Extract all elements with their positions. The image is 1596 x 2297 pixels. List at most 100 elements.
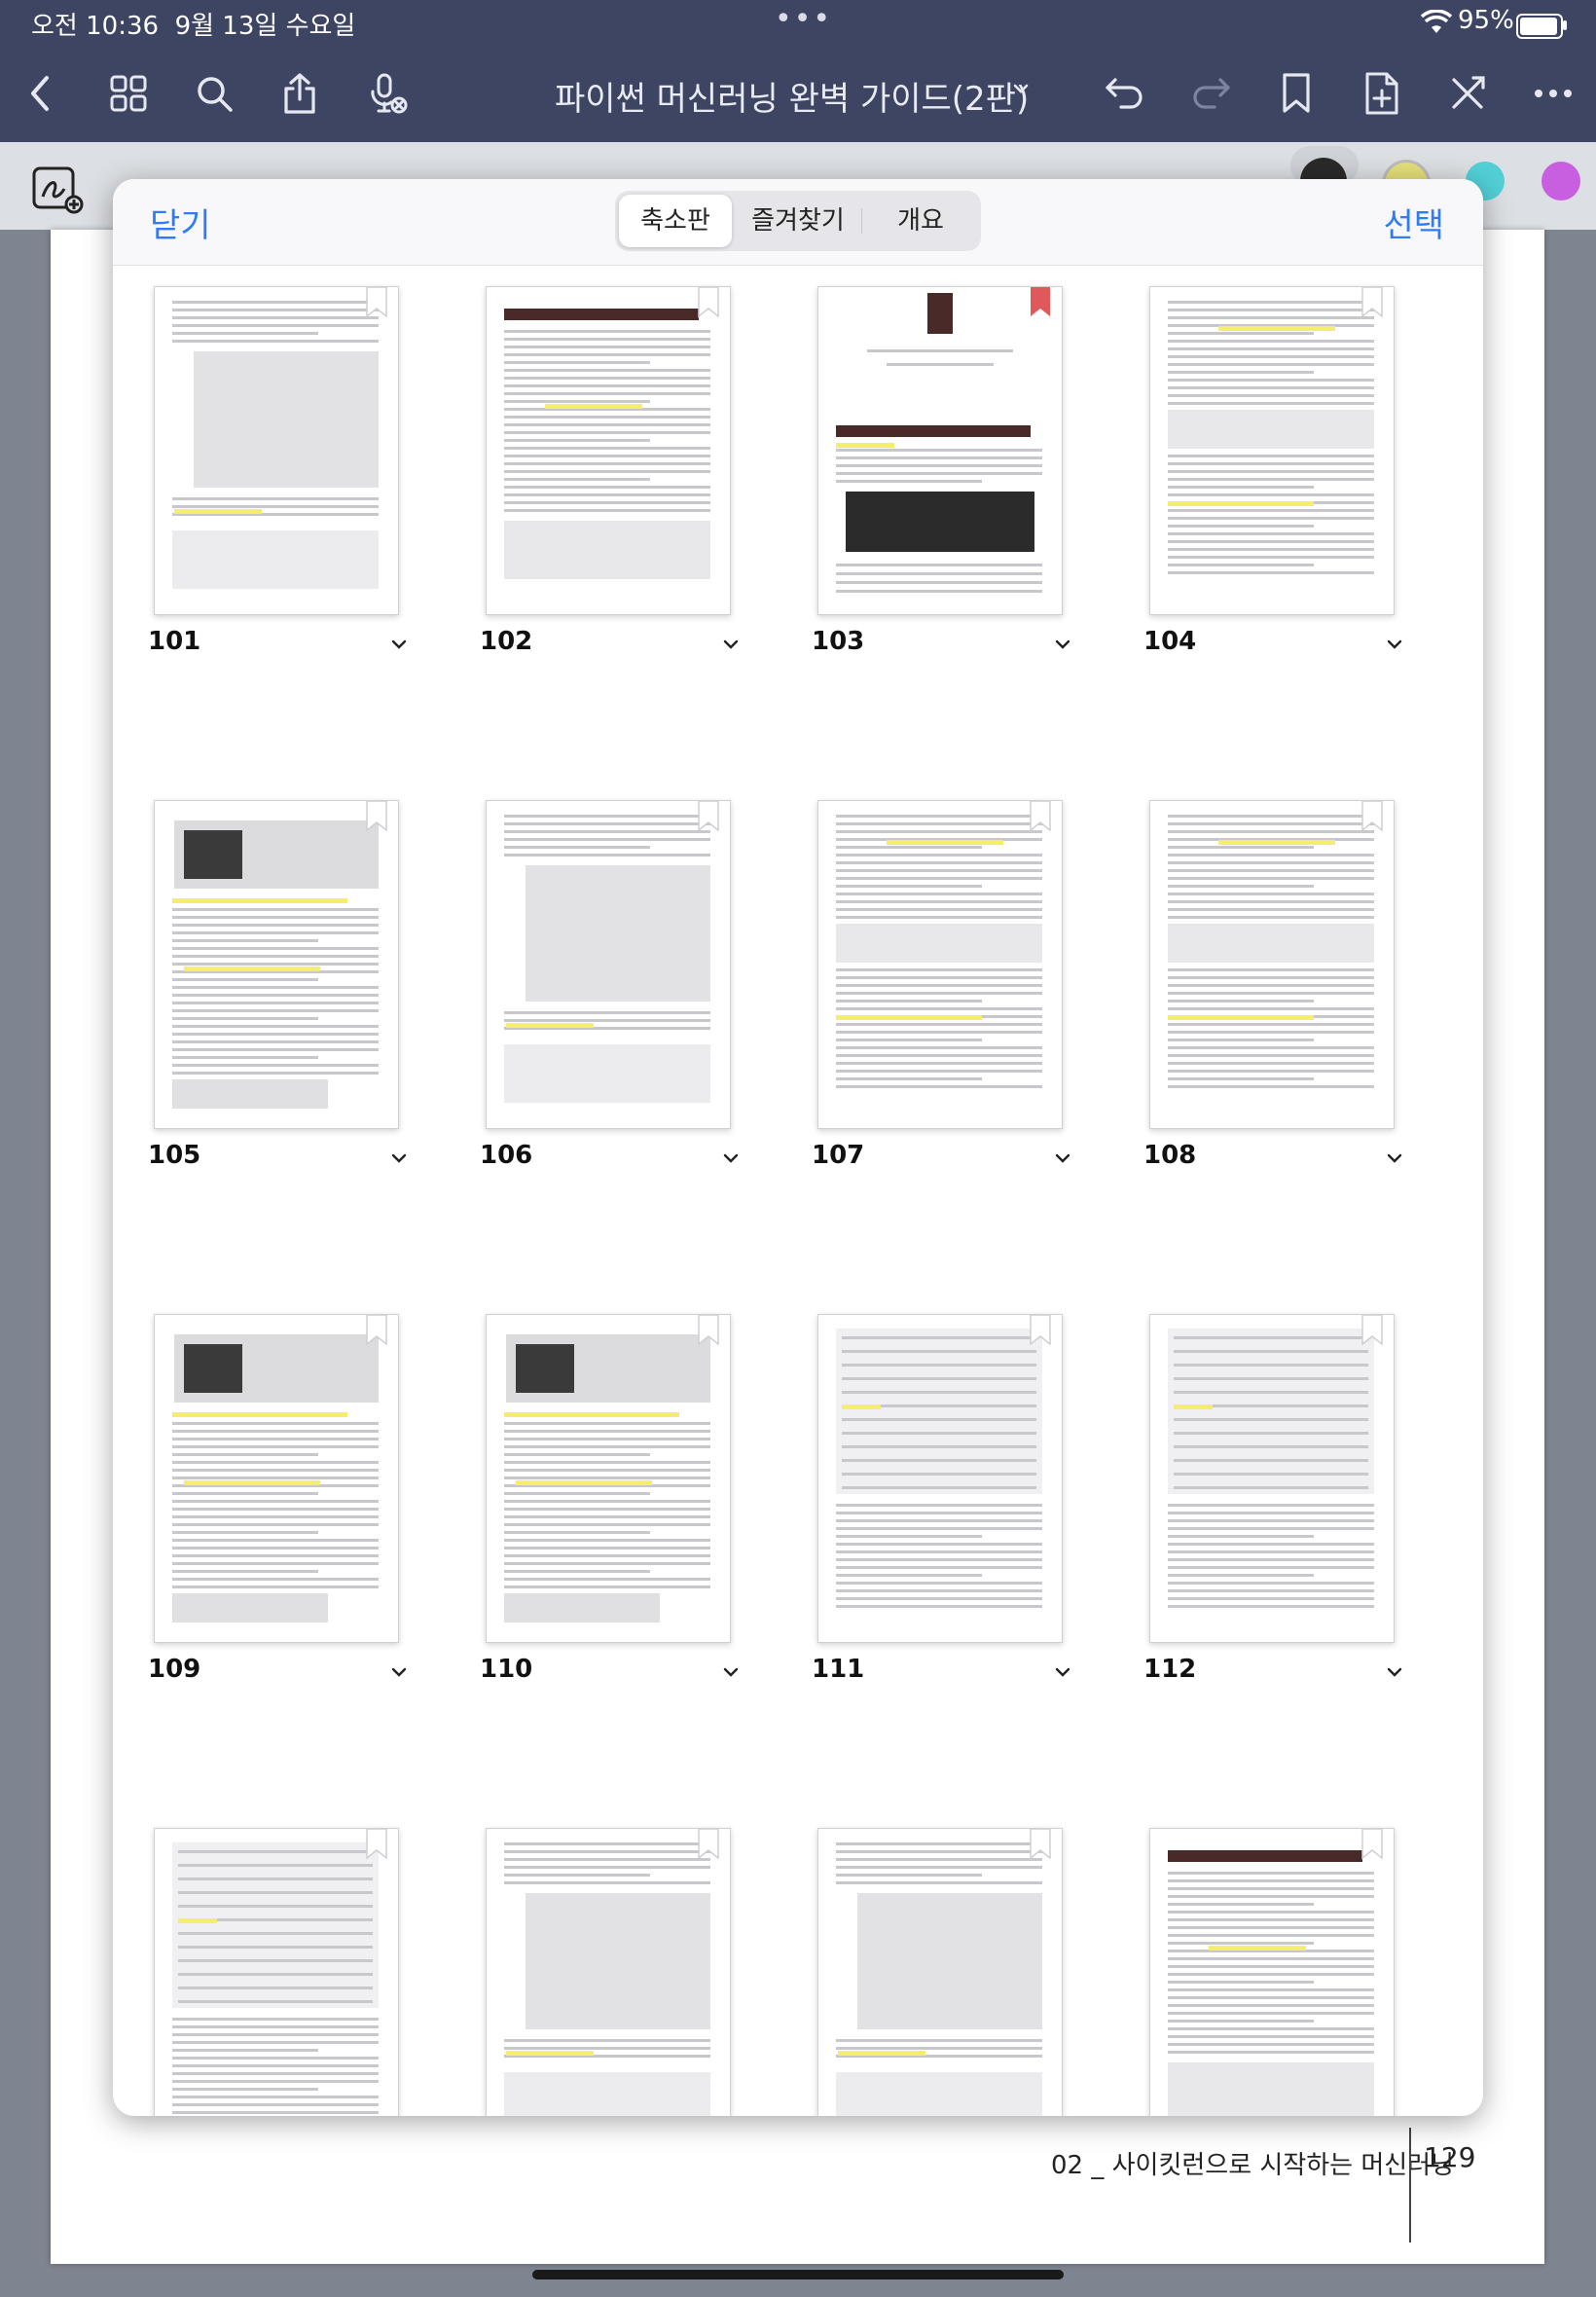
page-thumbnail[interactable]	[1149, 286, 1395, 615]
select-button[interactable]: 선택	[1383, 199, 1444, 246]
text-line	[836, 893, 1042, 895]
bookmark-outline-icon[interactable]	[1029, 801, 1052, 832]
text-line	[1168, 976, 1374, 979]
bookmark-outline-icon[interactable]	[365, 1315, 388, 1346]
redo-icon[interactable]	[1185, 68, 1236, 119]
text-line	[1168, 2027, 1374, 2030]
close-toolbar-icon[interactable]	[1442, 68, 1493, 119]
thumbnail-item[interactable]: 111	[812, 1302, 1070, 1721]
bookmark-outline-icon[interactable]	[1360, 801, 1384, 832]
page-thumbnail[interactable]	[817, 800, 1063, 1129]
chevron-down-icon[interactable]	[391, 635, 407, 653]
thumbnail-item[interactable]: 110	[480, 1302, 739, 1721]
page-number: 111	[812, 1655, 865, 1684]
title-chevron-down-icon[interactable]	[1012, 80, 1030, 98]
bookmark-outline-icon[interactable]	[1029, 1829, 1052, 1860]
page-thumbnail[interactable]	[817, 1314, 1063, 1643]
home-indicator[interactable]	[532, 2270, 1064, 2279]
page-thumbnail[interactable]	[154, 1828, 399, 2116]
thumbnail-item[interactable]: 109	[148, 1302, 407, 1721]
text-line	[172, 1547, 379, 1550]
text-line	[504, 1438, 710, 1440]
color-swatch-purple[interactable]	[1542, 162, 1580, 201]
thumbnail-item[interactable]: 106	[480, 788, 739, 1207]
bookmark-outline-icon[interactable]	[697, 1829, 720, 1860]
add-page-icon[interactable]	[1357, 68, 1407, 119]
text-line	[1168, 815, 1374, 818]
close-button[interactable]: 닫기	[150, 199, 211, 246]
page-thumbnail[interactable]	[154, 800, 399, 1129]
multitask-dots-icon[interactable]: •••	[775, 2, 832, 36]
page-thumbnail[interactable]	[154, 286, 399, 615]
chevron-down-icon[interactable]	[723, 635, 739, 653]
text-line	[504, 1445, 710, 1448]
page-thumbnail[interactable]	[486, 1828, 731, 2116]
page-thumbnail[interactable]	[1149, 800, 1395, 1129]
thumbnail-item[interactable]: 102	[480, 274, 739, 693]
bookmark-outline-icon[interactable]	[1360, 287, 1384, 318]
page-thumbnail[interactable]	[1149, 1828, 1395, 2116]
thumbnail-item[interactable]: 115	[812, 1816, 1065, 2116]
chevron-down-icon[interactable]	[1387, 1148, 1402, 1167]
chevron-down-icon[interactable]	[1387, 635, 1402, 653]
page-thumbnail[interactable]	[817, 1828, 1063, 2116]
more-icon[interactable]	[1528, 68, 1578, 119]
text-line	[504, 501, 710, 504]
chevron-down-icon[interactable]	[723, 1148, 739, 1167]
chevron-down-icon[interactable]	[1055, 1662, 1070, 1681]
chevron-down-icon[interactable]	[1055, 635, 1070, 653]
text-line	[172, 2064, 379, 2067]
tab-outline[interactable]: 개요	[864, 195, 977, 247]
chevron-down-icon[interactable]	[391, 1662, 407, 1681]
thumbnail-item[interactable]: 113	[148, 1816, 401, 2116]
bookmark-filled-icon[interactable]	[1029, 287, 1052, 318]
text-line	[504, 1578, 710, 1581]
bookmark-outline-icon[interactable]	[365, 287, 388, 318]
tab-thumbnails[interactable]: 축소판	[619, 195, 732, 247]
undo-icon[interactable]	[1100, 68, 1150, 119]
thumbnail-item[interactable]: 107	[812, 788, 1070, 1207]
bookmark-outline-icon[interactable]	[365, 1829, 388, 1860]
chevron-down-icon[interactable]	[391, 1148, 407, 1167]
bookmark-outline-icon[interactable]	[697, 801, 720, 832]
text-line	[1168, 2051, 1374, 2054]
chevron-down-icon[interactable]	[723, 1662, 739, 1681]
search-icon[interactable]	[189, 68, 239, 119]
bookmark-outline-icon[interactable]	[697, 287, 720, 318]
bookmark-outline-icon[interactable]	[697, 1315, 720, 1346]
document-title[interactable]: 파이썬 머신러닝 완벽 가이드(2판)	[555, 72, 1029, 120]
bookmark-outline-icon[interactable]	[1360, 1829, 1384, 1860]
highlight-mark	[842, 1404, 881, 1409]
page-thumbnail[interactable]	[1149, 1314, 1395, 1643]
bookmark-outline-icon[interactable]	[1029, 1315, 1052, 1346]
content-block	[184, 1344, 242, 1393]
bookmark-outline-icon[interactable]	[1360, 1315, 1384, 1346]
tab-favorites[interactable]: 즐겨찾기	[736, 195, 860, 247]
thumbnail-item[interactable]: 104	[1143, 274, 1402, 693]
bookmark-outline-icon[interactable]	[365, 801, 388, 832]
thumbnail-item[interactable]: 101	[148, 274, 407, 693]
thumbnail-item[interactable]: 116	[1143, 1816, 1396, 2116]
thumbnail-item[interactable]: 108	[1143, 788, 1402, 1207]
thumbnail-item[interactable]: 105	[148, 788, 407, 1207]
chevron-down-icon[interactable]	[1055, 1148, 1070, 1167]
page-thumbnail[interactable]	[154, 1314, 399, 1643]
thumbnail-item[interactable]: 103	[812, 274, 1070, 693]
page-number: 107	[812, 1141, 865, 1170]
page-thumbnail[interactable]	[486, 800, 731, 1129]
chevron-down-icon[interactable]	[1387, 1662, 1402, 1681]
bookmark-icon[interactable]	[1271, 68, 1322, 119]
grid-icon[interactable]	[103, 68, 154, 119]
text-line	[504, 384, 710, 387]
page-thumbnail[interactable]	[486, 286, 731, 615]
page-thumbnail[interactable]	[486, 1314, 731, 1643]
mic-off-icon[interactable]	[362, 68, 413, 119]
lasso-icon[interactable]	[31, 165, 84, 218]
back-icon[interactable]	[16, 68, 66, 119]
text-line	[172, 1002, 379, 1004]
thumbnail-item[interactable]: 114	[480, 1816, 733, 2116]
page-thumbnail[interactable]	[817, 286, 1063, 615]
thumbnail-item[interactable]: 112	[1143, 1302, 1402, 1721]
share-icon[interactable]	[274, 68, 325, 119]
text-line	[1168, 371, 1314, 374]
